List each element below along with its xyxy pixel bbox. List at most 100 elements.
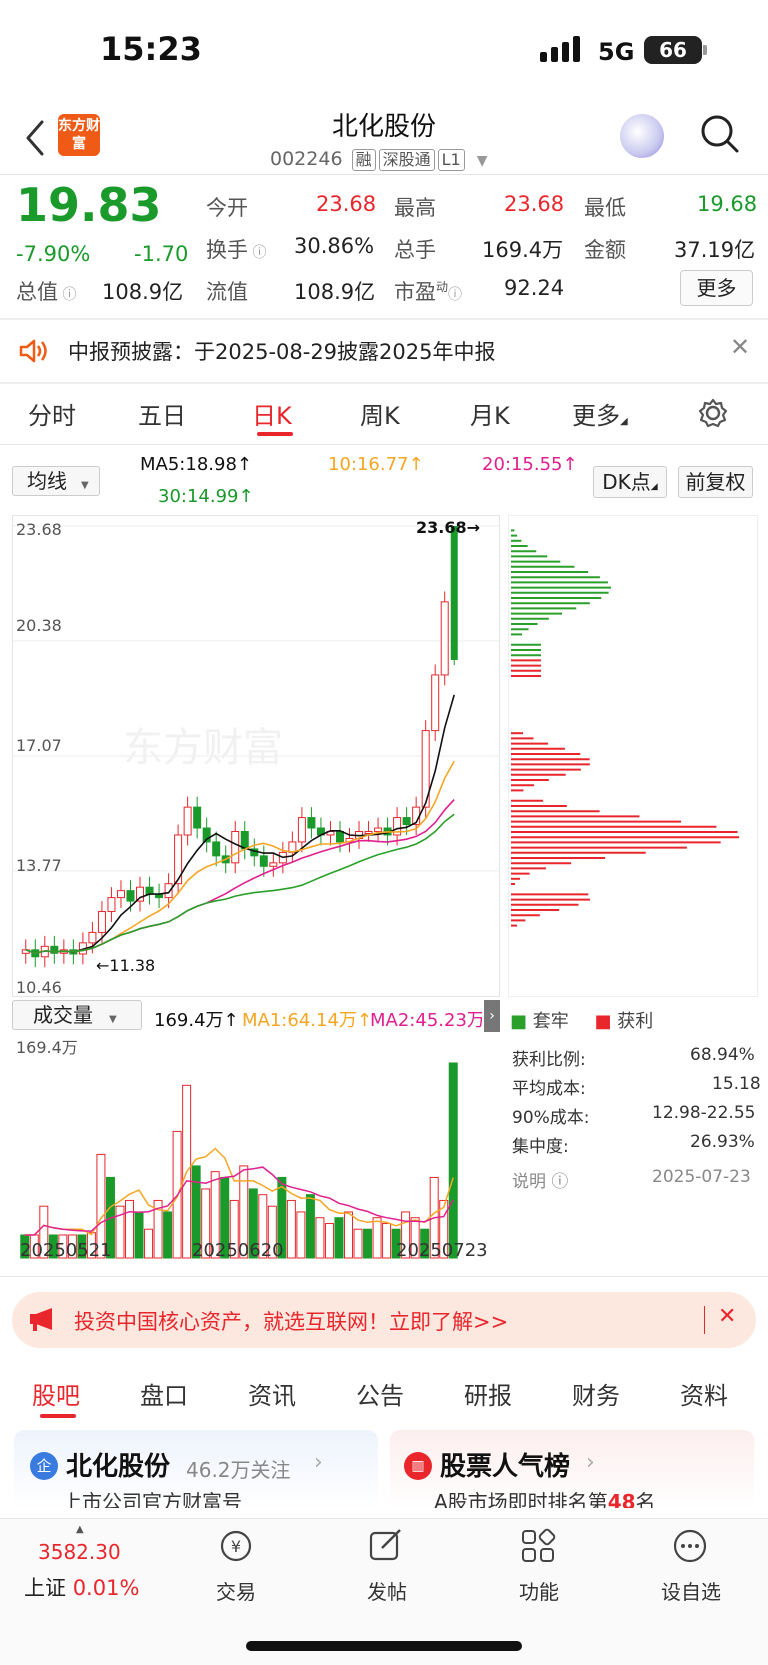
nav-add-watchlist[interactable]: 设自选 <box>646 1576 736 1605</box>
price-axis-label: 10.46 <box>16 978 62 997</box>
candlestick-svg: 东方财富 <box>13 525 499 968</box>
svg-text:¥: ¥ <box>231 1537 241 1556</box>
tab-order-book[interactable]: 盘口 <box>140 1376 188 1411</box>
more-button[interactable]: 更多 <box>680 270 753 306</box>
vol-ma2: MA2:45.23万 <box>370 1010 482 1031</box>
chip-value: 15.18 <box>712 1074 761 1094</box>
dk-point-button[interactable]: DK点◢ <box>593 466 667 498</box>
company-card-sub: 上市公司官方财富号 <box>62 1490 242 1508</box>
tab-news[interactable]: 资讯 <box>248 1376 296 1411</box>
tab-forum[interactable]: 股吧 <box>32 1376 80 1411</box>
tab-announcements[interactable]: 公告 <box>356 1376 404 1411</box>
ranking-icon: ▥ <box>404 1452 432 1480</box>
divider <box>0 444 768 445</box>
nav-functions[interactable]: 功能 <box>494 1576 584 1605</box>
tab-daily-k[interactable]: 日K <box>252 396 292 431</box>
tab-more[interactable]: 更多◢ <box>572 396 628 431</box>
info-icon[interactable]: ⓘ <box>58 287 76 303</box>
candle-body <box>364 831 373 835</box>
info-icon: ⓘ <box>551 1172 569 1192</box>
volume-bar <box>296 1211 306 1259</box>
index-value[interactable]: 3582.30 <box>38 1540 121 1564</box>
candlestick-chart[interactable]: 东方财富 <box>12 515 500 997</box>
tab-profile[interactable]: 资料 <box>680 1376 728 1411</box>
date-label: 20250521 <box>20 1240 112 1261</box>
tag-level: L1 <box>437 149 465 171</box>
tab-monthly-k[interactable]: 月K <box>470 396 510 431</box>
ad-text[interactable]: 投资中国核心资产，就选互联网！立即了解>> <box>74 1306 508 1336</box>
candle-body <box>374 827 383 833</box>
close-icon[interactable]: ✕ <box>718 1304 736 1329</box>
tab-intraday[interactable]: 分时 <box>28 396 76 431</box>
chevron-down-icon: ▼ <box>476 153 488 169</box>
candle-body-last <box>450 526 458 660</box>
ma10-line <box>25 760 455 955</box>
low-marker: ←11.38 <box>96 956 156 975</box>
candle-body <box>402 817 411 826</box>
chevron-right-icon: › <box>314 1450 323 1475</box>
info-icon[interactable]: ⓘ <box>248 245 266 261</box>
low-label: 最低 <box>584 196 626 220</box>
gear-icon[interactable] <box>698 398 728 428</box>
adjust-button[interactable]: 前复权 <box>678 466 753 498</box>
chip-label: 获利比例: <box>512 1050 586 1070</box>
tab-five-day[interactable]: 五日 <box>138 396 186 431</box>
chip-legend: ■ 套牢 ■ 获利 <box>510 1011 654 1032</box>
close-icon[interactable]: ✕ <box>730 333 750 361</box>
volume-chart[interactable] <box>12 1030 500 1270</box>
notice-text[interactable]: 中报预披露：于2025-08-29披露2025年中报 <box>68 336 495 366</box>
active-tab-indicator <box>257 432 293 436</box>
current-price: 19.83 <box>16 178 162 232</box>
volume-bar <box>286 1199 296 1259</box>
candle-body <box>259 855 268 867</box>
candle-body <box>126 890 135 902</box>
price-axis-label: 17.07 <box>16 736 62 755</box>
stock-code-row[interactable]: 002246 融深股通 L1 ▼ <box>270 148 488 171</box>
mktcap-label: 总值 ⓘ <box>16 280 77 304</box>
indicator-select[interactable]: 均线 ▼ <box>12 466 100 496</box>
float-value: 108.9亿 <box>294 280 376 304</box>
nav-post[interactable]: 发帖 <box>342 1576 432 1605</box>
company-card[interactable]: 企 北化股份 46.2万关注 › 上市公司官方财富号 <box>14 1430 378 1510</box>
ma10-value: 10:16.77↑ <box>328 454 424 475</box>
tab-research[interactable]: 研报 <box>464 1376 512 1411</box>
compose-icon[interactable] <box>368 1528 404 1564</box>
turnover-value: 30.86% <box>294 234 375 258</box>
popularity-card-title: 股票人气榜 <box>440 1452 571 1482</box>
volume-label: 总手 <box>394 238 436 262</box>
assistant-avatar-icon[interactable] <box>620 114 664 158</box>
divider <box>0 1276 768 1277</box>
company-card-followers: 46.2万关注 <box>186 1458 291 1482</box>
chevron-right-icon: › <box>586 1450 595 1475</box>
info-icon[interactable]: ⓘ <box>448 287 462 303</box>
high-marker: 23.68→ <box>416 518 481 537</box>
candle-body <box>307 817 316 829</box>
index-change: 0.01% <box>72 1576 140 1600</box>
volume-indicator-select[interactable]: 成交量 ▼ <box>12 1000 142 1030</box>
chip-note[interactable]: 说明 ⓘ <box>512 1167 568 1192</box>
grid-icon[interactable] <box>520 1528 556 1564</box>
candle-body <box>212 841 221 857</box>
volume-bar <box>163 1211 173 1259</box>
volume-bar <box>125 1199 134 1259</box>
trade-icon[interactable]: ¥ <box>216 1528 256 1564</box>
active-tab-indicator <box>40 1414 76 1418</box>
candle-body <box>183 806 192 836</box>
index-ticker[interactable]: 上证 0.01% <box>24 1572 139 1602</box>
chip-label: 90%成本: <box>512 1108 590 1128</box>
amount-value: 37.19亿 <box>674 238 756 262</box>
search-icon[interactable] <box>700 114 740 154</box>
volume-bar <box>448 1062 458 1259</box>
date-label: 20250620 <box>192 1240 284 1261</box>
popularity-card[interactable]: ▥ 股票人气榜 › A股市场即时排名第48名 <box>390 1430 754 1510</box>
more-dots-icon[interactable] <box>672 1528 708 1564</box>
chip-value: 12.98-22.55 <box>652 1103 756 1123</box>
date-label: 20250723 <box>396 1240 488 1261</box>
chevron-right-icon[interactable]: › <box>484 1000 500 1032</box>
tab-weekly-k[interactable]: 周K <box>360 396 400 431</box>
divider <box>0 382 768 384</box>
change-value: -1.70 <box>134 242 189 266</box>
nav-trade[interactable]: 交易 <box>191 1576 281 1605</box>
tab-finance[interactable]: 财务 <box>572 1376 620 1411</box>
status-time: 15:23 <box>100 30 202 68</box>
